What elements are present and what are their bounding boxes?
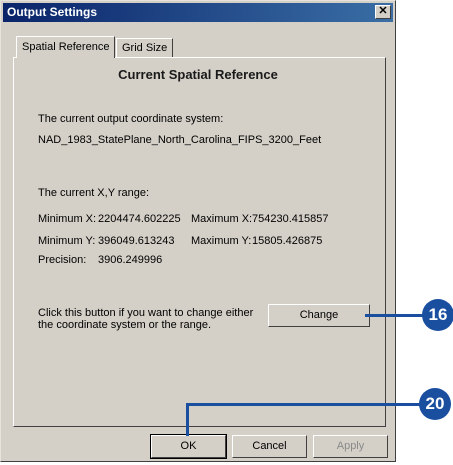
- callout-20-leader-horizontal: [186, 403, 424, 406]
- tab-spatial-reference[interactable]: Spatial Reference: [16, 36, 116, 58]
- close-icon: ✕: [378, 5, 388, 17]
- max-x-value: 754230.415857: [252, 213, 329, 225]
- callout-16-leader: [365, 314, 425, 317]
- min-y-value: 396049.613243: [98, 235, 175, 247]
- tab-label: Grid Size: [122, 42, 168, 54]
- max-y-label: Maximum Y:: [191, 235, 252, 247]
- xy-range-label: The current X,Y range:: [38, 187, 150, 199]
- title-bar[interactable]: Output Settings ✕: [3, 3, 393, 22]
- callout-16-badge: 16: [422, 299, 453, 331]
- change-hint-line1: Click this button if you want to change …: [38, 307, 254, 319]
- min-x-value: 2204474.602225: [98, 213, 181, 225]
- change-hint-line2: the coordinate system or the range.: [38, 319, 212, 331]
- window-title: Output Settings: [7, 5, 97, 19]
- max-y-value: 15805.426875: [252, 235, 323, 247]
- precision-label: Precision:: [38, 254, 87, 266]
- tab-grid-size[interactable]: Grid Size: [116, 38, 174, 58]
- apply-button: Apply: [313, 435, 388, 458]
- close-button[interactable]: ✕: [375, 5, 391, 19]
- change-button[interactable]: Change: [268, 304, 370, 327]
- ok-button[interactable]: OK: [150, 434, 227, 459]
- precision-value: 3906.249996: [98, 254, 163, 266]
- min-x-label: Minimum X:: [38, 213, 97, 225]
- callout-20-badge: 20: [419, 388, 451, 420]
- coord-system-label: The current output coordinate system:: [38, 113, 224, 125]
- tab-label: Spatial Reference: [22, 41, 110, 53]
- cancel-button[interactable]: Cancel: [232, 435, 307, 458]
- min-y-label: Minimum Y:: [38, 235, 96, 247]
- panel-heading: Current Spatial Reference: [118, 67, 278, 82]
- max-x-label: Maximum X:: [191, 213, 253, 225]
- output-settings-dialog: Output Settings ✕ Spatial Reference Grid…: [0, 0, 396, 462]
- coord-system-value: NAD_1983_StatePlane_North_Carolina_FIPS_…: [38, 134, 322, 146]
- callout-20-leader-vertical: [186, 403, 189, 436]
